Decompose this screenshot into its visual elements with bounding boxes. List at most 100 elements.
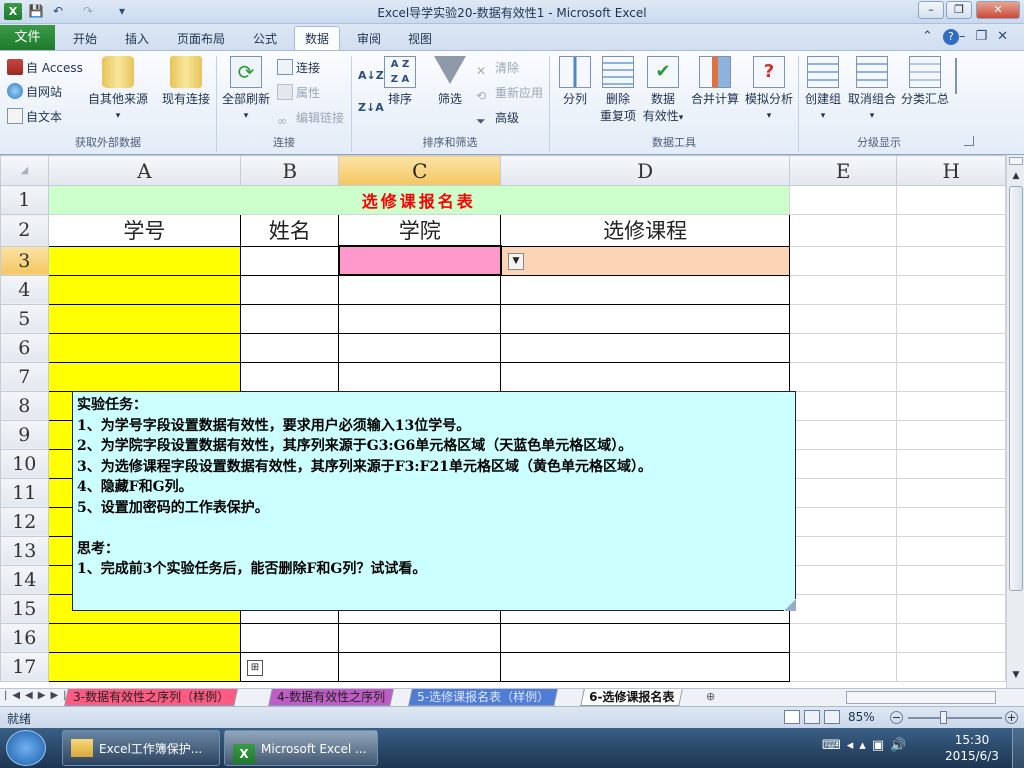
cell[interactable] — [788, 361, 898, 392]
tab-home[interactable]: 开始 — [63, 27, 107, 51]
cell[interactable] — [788, 274, 898, 305]
edit-links-button[interactable]: ∞ 编辑链接 — [277, 108, 344, 128]
cell[interactable] — [788, 564, 898, 595]
cell[interactable] — [47, 303, 242, 334]
row-header[interactable]: 15 — [0, 593, 49, 624]
row-header[interactable]: 4 — [0, 274, 49, 305]
cell[interactable] — [896, 593, 1006, 624]
header-cell-college[interactable]: 学院 — [338, 214, 502, 247]
taskbar-item-excel[interactable]: X Microsoft Excel ... — [224, 730, 378, 766]
cell[interactable] — [500, 651, 790, 682]
cell[interactable] — [788, 245, 898, 276]
split-box[interactable] — [1009, 157, 1023, 165]
from-web-button[interactable]: 自网站 — [7, 82, 62, 102]
clear-filter-button[interactable]: ✕ 清除 — [476, 58, 519, 78]
cell[interactable] — [788, 390, 898, 421]
row-header[interactable]: 2 — [0, 214, 49, 247]
what-if-button[interactable]: ? 模拟分析 ▾ — [742, 56, 796, 125]
vertical-scroll-thumb[interactable] — [1009, 186, 1023, 591]
sheet-tab-6-active[interactable]: 6-选修课报名表 — [580, 689, 684, 706]
clock[interactable]: 15:30 2015/6/3 — [940, 732, 1004, 764]
cell[interactable] — [896, 361, 1006, 392]
other-sources-button[interactable]: 自其他来源 ▾ — [86, 56, 150, 125]
task-note-box[interactable]: 实验任务： 1、为学号字段设置数据有效性，要求用户必须输入13位学号。 2、为学… — [72, 391, 796, 611]
cell[interactable] — [896, 390, 1006, 421]
cell[interactable] — [240, 245, 340, 276]
row-header[interactable]: 14 — [0, 564, 49, 595]
cell[interactable] — [338, 303, 502, 334]
cell[interactable] — [338, 332, 502, 363]
existing-connections-button[interactable]: 现有连接 — [158, 56, 214, 108]
cell[interactable] — [896, 448, 1006, 479]
tab-formulas[interactable]: 公式 — [243, 27, 287, 51]
zoom-level[interactable]: 85% — [848, 710, 875, 724]
row-header[interactable]: 1 — [0, 185, 49, 215]
data-validation-button[interactable]: ✔ 数据 有效性▾ — [640, 56, 686, 127]
from-access-button[interactable]: 自 Access — [7, 58, 83, 78]
cell[interactable] — [240, 361, 340, 392]
cell[interactable] — [500, 274, 790, 305]
cell[interactable] — [788, 506, 898, 537]
zoom-in-icon[interactable]: + — [1005, 711, 1018, 724]
cell[interactable] — [338, 274, 502, 305]
validation-dropdown-arrow-icon[interactable]: ▼ — [508, 253, 524, 270]
cell[interactable] — [788, 303, 898, 334]
tab-data[interactable]: 数据 — [294, 26, 340, 51]
scroll-down-icon[interactable]: ▼ — [1009, 667, 1023, 683]
header-cell-student-id[interactable]: 学号 — [47, 214, 242, 247]
sheet-tab-4[interactable]: 4-数据有效性之序列 — [268, 689, 394, 706]
page-break-view-icon[interactable] — [824, 710, 840, 724]
cell[interactable] — [240, 274, 340, 305]
show-detail-icon[interactable] — [955, 58, 969, 94]
cell[interactable] — [47, 274, 242, 305]
consolidate-button[interactable]: 合并计算 — [688, 56, 742, 108]
cell[interactable] — [47, 622, 242, 653]
sheet-tab-5[interactable]: 5-选修课报名表（样例） — [408, 689, 558, 706]
sort-asc-icon[interactable]: A↓Z — [358, 66, 384, 86]
cell[interactable] — [896, 214, 1006, 247]
cell[interactable] — [896, 564, 1006, 595]
row-header[interactable]: 10 — [0, 448, 49, 479]
row-header[interactable]: 11 — [0, 477, 49, 508]
restore-button[interactable]: ❐ — [946, 1, 972, 19]
cell[interactable] — [788, 419, 898, 450]
cell[interactable] — [788, 477, 898, 508]
tab-page-layout[interactable]: 页面布局 — [170, 27, 232, 51]
row-header[interactable]: 3 — [0, 245, 49, 276]
tab-file[interactable]: 文件 — [0, 25, 55, 50]
cell[interactable] — [500, 245, 790, 276]
cell[interactable] — [500, 361, 790, 392]
zoom-out-icon[interactable]: − — [890, 711, 903, 724]
insert-sheet-icon[interactable]: ⊕ — [706, 690, 722, 705]
cell[interactable] — [338, 622, 502, 653]
from-text-button[interactable]: 自文本 — [7, 107, 62, 127]
tab-view[interactable]: 视图 — [398, 27, 442, 51]
subtotal-button[interactable]: 分类汇总 — [898, 56, 952, 108]
system-tray-icons[interactable]: ⌨◂▴▣🔊 — [822, 738, 922, 758]
cell[interactable] — [788, 332, 898, 363]
sort-button[interactable]: A ZZ A 排序 — [383, 56, 417, 108]
ungroup-button[interactable]: 取消组合 ▾ — [846, 56, 898, 125]
row-header[interactable]: 12 — [0, 506, 49, 537]
cell[interactable] — [240, 622, 340, 653]
row-header[interactable]: 9 — [0, 419, 49, 450]
select-all-corner[interactable]: ◢ — [0, 155, 49, 186]
close-button[interactable]: ✕ — [976, 1, 1020, 19]
cell[interactable] — [896, 477, 1006, 508]
row-header[interactable]: 5 — [0, 303, 49, 334]
taskbar-item-explorer[interactable]: Excel工作簿保护... — [62, 730, 220, 766]
column-header-c[interactable]: C — [338, 155, 502, 186]
cell[interactable] — [896, 535, 1006, 566]
filter-button[interactable]: 筛选 — [430, 56, 470, 108]
paste-options-icon[interactable]: ⊞ — [247, 660, 263, 676]
row-header[interactable]: 17 — [0, 651, 49, 682]
ribbon-window-controls[interactable]: ⌃? –❐✕ — [922, 29, 1018, 45]
tab-insert[interactable]: 插入 — [115, 27, 159, 51]
row-header[interactable]: 16 — [0, 622, 49, 653]
cell[interactable] — [896, 332, 1006, 363]
remove-duplicates-button[interactable]: 删除 重复项 — [596, 56, 640, 125]
horizontal-scrollbar[interactable] — [846, 691, 996, 704]
cell[interactable] — [788, 593, 898, 624]
cell[interactable] — [896, 651, 1006, 682]
cell[interactable] — [788, 535, 898, 566]
